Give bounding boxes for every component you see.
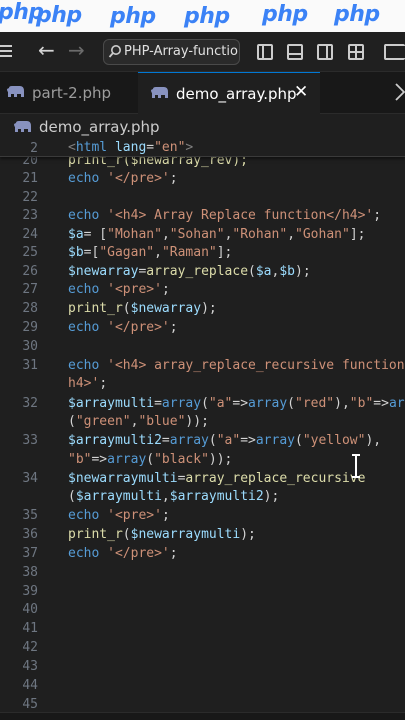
title-bar: ← → PHP-Array-functio	[0, 32, 405, 72]
code-line: $b=["Gagan","Raman"];	[68, 245, 233, 260]
line-number: 30	[22, 339, 38, 354]
line-number: 45	[22, 697, 38, 712]
php-elephant-icon	[14, 121, 31, 132]
php-elephant-icon	[7, 86, 24, 97]
breadcrumb-file[interactable]: demo_array.php	[39, 118, 160, 136]
code-line: $newarray=array_replace($a,$b);	[68, 264, 311, 279]
line-number: 38	[22, 565, 38, 580]
code-editor[interactable]: 20 print_r($newarray_rev); 2 <html lang=…	[0, 140, 405, 712]
toggle-panel-icon[interactable]	[287, 44, 303, 60]
command-center-search[interactable]: PHP-Array-functio	[103, 39, 240, 65]
arrow-right-icon[interactable]: →	[68, 38, 85, 62]
line-number: 22	[22, 190, 38, 205]
line-number: 40	[22, 602, 38, 617]
tab-part-2[interactable]: part-2.php	[0, 72, 138, 114]
tab-label: demo_array.php	[176, 85, 297, 103]
code-line-wrap: "b"=>array("black"));	[68, 452, 233, 467]
code-line: echo '</pre>';	[68, 320, 178, 335]
line-number: 35	[22, 508, 38, 523]
php-watermark: php	[184, 4, 230, 29]
code-line: print_r($newarraymulti);	[68, 527, 256, 542]
line-number: 23	[22, 208, 38, 223]
line-number: 2	[30, 141, 38, 156]
code-line: echo '<h4> array_replace_recursive funct…	[68, 358, 405, 373]
close-icon[interactable]: ✕	[294, 82, 308, 102]
line-number: 41	[22, 621, 38, 636]
line-number: 32	[22, 396, 38, 411]
breadcrumb: demo_array.php	[0, 114, 405, 140]
line-number: 36	[22, 527, 38, 542]
php-watermark: php	[110, 4, 156, 29]
line-number: 43	[22, 659, 38, 674]
line-number: 28	[22, 301, 38, 316]
php-watermark: php	[36, 3, 82, 28]
line-number: 39	[22, 584, 38, 599]
code-line: $arraymulti2=array("a"=>array("yellow"),	[68, 433, 382, 448]
tab-demo-array[interactable]: demo_array.php ✕	[138, 72, 320, 114]
status-bar	[0, 712, 405, 720]
editor-tab-bar: part-2.php demo_array.php ✕	[0, 72, 405, 114]
code-line-wrap: h4>';	[68, 376, 108, 391]
line-number: 33	[22, 433, 38, 448]
tab-label: part-2.php	[32, 84, 112, 102]
code-line: $newarraymulti=array_replace_recursive	[68, 471, 366, 486]
code-line: echo '<h4> Array Replace function</h4>';	[68, 208, 382, 223]
line-number: 21	[22, 171, 38, 186]
code-line: print_r($newarray);	[68, 301, 217, 316]
code-line: echo '</pre>';	[68, 546, 178, 561]
code-line-wrap: ("green","blue"));	[68, 414, 209, 429]
code-line: $arraymulti=array("a"=>array("red"),"b"=…	[68, 396, 405, 411]
line-number: 25	[22, 245, 38, 260]
line-number: 42	[22, 640, 38, 655]
hamburger-menu-icon[interactable]	[0, 42, 14, 60]
code-line: echo '</pre>';	[68, 171, 178, 186]
line-number: 44	[22, 678, 38, 693]
php-watermark: php	[262, 2, 308, 27]
line-number: 26	[22, 264, 38, 279]
line-number: 34	[22, 471, 38, 486]
line-number: 37	[22, 546, 38, 561]
watermark-band: php php php php php php	[0, 0, 405, 32]
line-number: 31	[22, 358, 38, 373]
code-line-wrap: ($arraymulti,$arraymulti2);	[68, 489, 280, 504]
customize-layout-icon[interactable]	[348, 44, 364, 60]
text-cursor-icon	[352, 454, 360, 478]
sticky-scroll[interactable]: 2 <html lang="en">	[0, 140, 405, 157]
code-line: <html lang="en">	[68, 140, 194, 155]
run-icon[interactable]	[395, 82, 405, 102]
line-number: 29	[22, 320, 38, 335]
search-icon	[108, 45, 121, 58]
window-control-icon[interactable]	[384, 44, 405, 60]
search-text: PHP-Array-functio	[124, 44, 238, 59]
code-line: $a= ["Mohan","Sohan","Rohan","Gohan"];	[68, 227, 366, 242]
line-number: 24	[22, 227, 38, 242]
php-watermark: php	[334, 2, 380, 27]
line-number: 27	[22, 282, 38, 297]
toggle-primary-sidebar-icon[interactable]	[257, 44, 273, 60]
toggle-secondary-sidebar-icon[interactable]	[317, 44, 333, 60]
arrow-left-icon[interactable]: ←	[38, 38, 55, 62]
php-elephant-icon	[151, 87, 168, 98]
code-line: echo '<pre>';	[68, 282, 170, 297]
code-line: echo '<pre>';	[68, 508, 170, 523]
